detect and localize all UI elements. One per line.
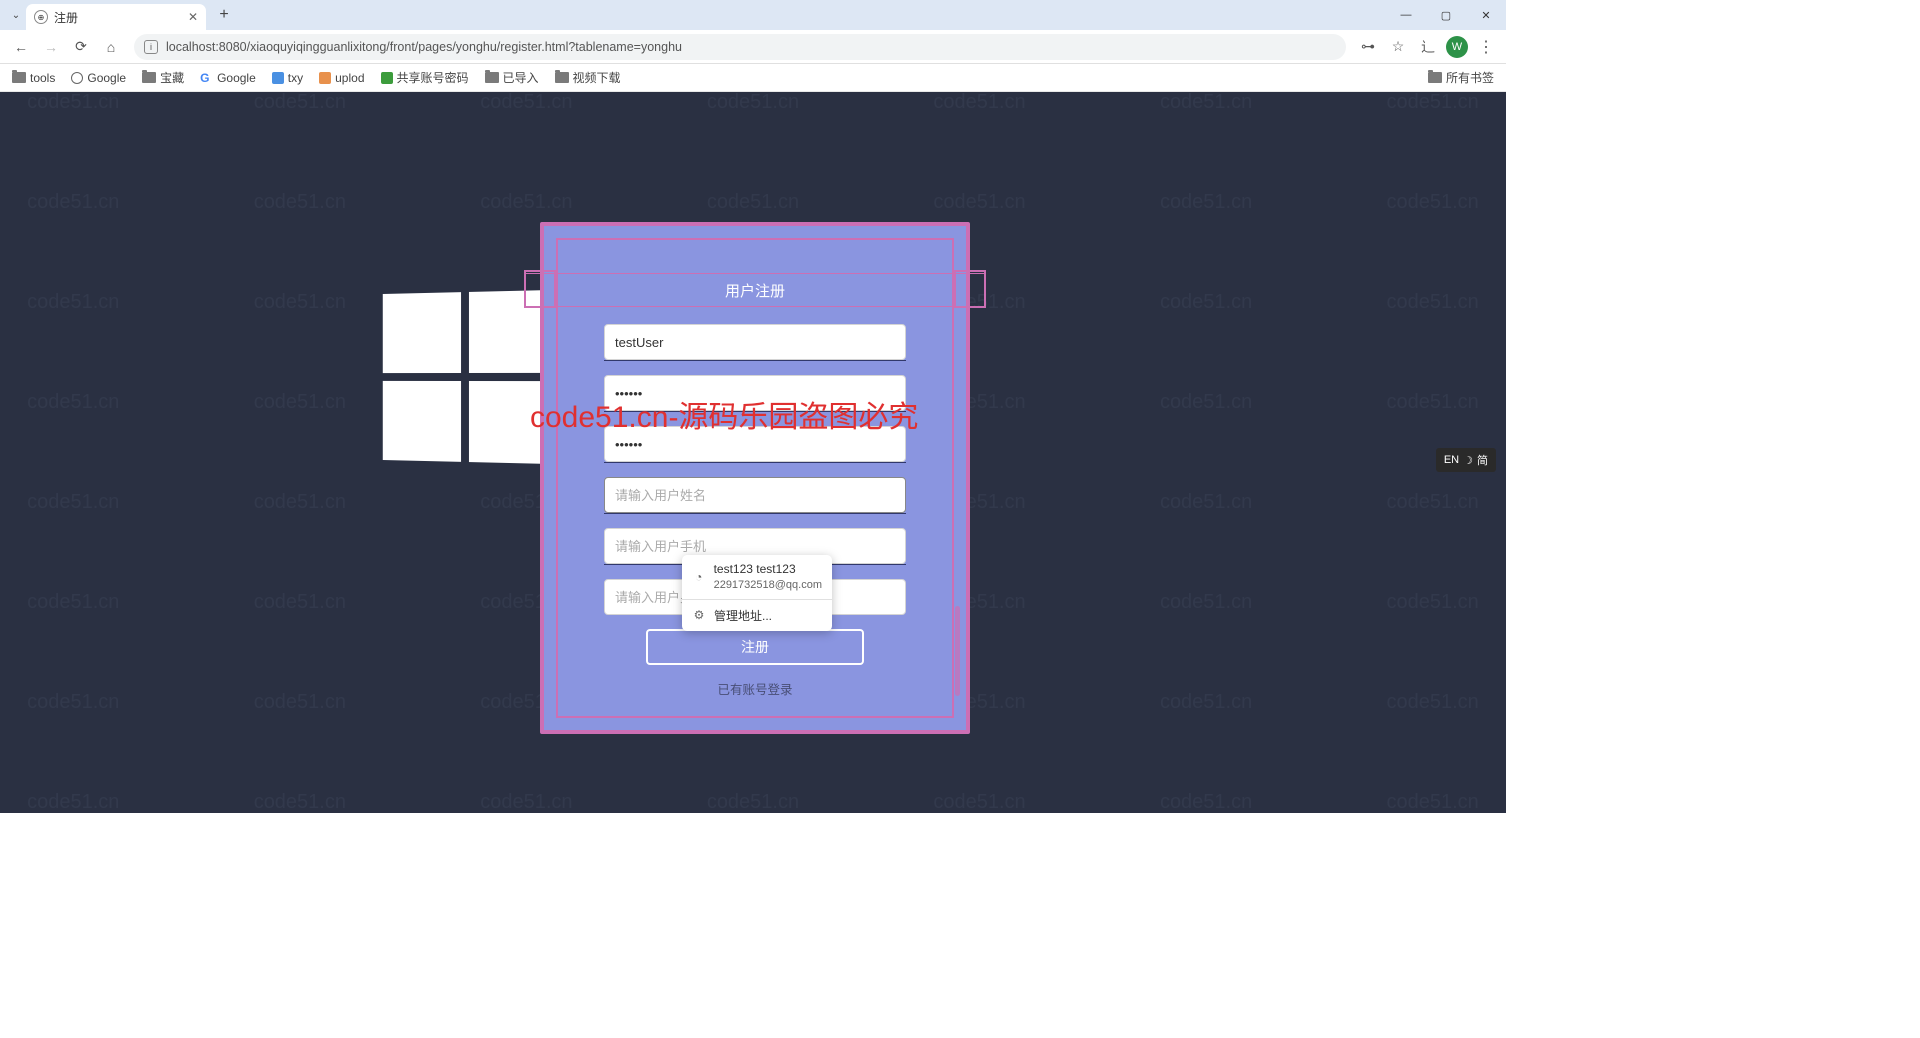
autofill-name: test123 test123 [714,562,822,578]
ime-moon-icon: ☽ [1463,454,1473,467]
reload-button[interactable]: ⟳ [68,34,94,60]
browser-tab-strip: ⌄ ⊕ 注册 ✕ + — ▢ ✕ [0,0,1506,30]
bookmark-shared-accounts[interactable]: 共享账号密码 [381,69,469,86]
gear-icon: ⚙ [692,608,706,622]
watermark-overlay-text: code51.cn-源码乐园盗图必究 [530,392,918,436]
bookmarks-bar: tools Google 宝藏 GGoogle txy uplod 共享账号密码… [0,64,1506,92]
site-info-icon[interactable]: i [144,40,158,54]
tab-search-dropdown[interactable]: ⌄ [6,5,26,25]
extensions-icon[interactable]: ⻌ [1416,35,1440,59]
bookmark-uplod[interactable]: uplod [319,71,364,85]
windows-logo-icon [383,290,551,464]
bookmark-google-1[interactable]: Google [71,71,126,85]
window-maximize-button[interactable]: ▢ [1426,0,1466,30]
profile-avatar[interactable]: W [1446,36,1468,58]
card-scrollbar[interactable] [955,606,960,696]
forward-button[interactable]: → [38,34,64,60]
back-button[interactable]: ← [8,34,34,60]
tab-title: 注册 [54,9,78,26]
bookmark-star-icon[interactable]: ☆ [1386,35,1410,59]
person-icon: ◔ [692,570,706,584]
address-bar: ← → ⟳ ⌂ i localhost:8080/xiaoquyiqinggua… [0,30,1506,64]
register-card: 用户注册 注册 已有账号登录 [540,222,970,734]
tab-close-icon[interactable]: ✕ [188,10,198,24]
autofill-entry[interactable]: ◔ test123 test123 2291732518@qq.com [682,555,832,599]
window-minimize-button[interactable]: — [1386,0,1426,30]
realname-input[interactable] [604,477,906,513]
bookmark-all[interactable]: 所有书签 [1428,69,1494,86]
bookmark-txy[interactable]: txy [272,71,303,85]
bookmark-google-2[interactable]: GGoogle [200,71,256,85]
bookmark-tools[interactable]: tools [12,71,55,85]
bookmark-imported[interactable]: 已导入 [485,69,539,86]
ime-mode: 简 [1477,452,1488,468]
window-close-button[interactable]: ✕ [1466,0,1506,30]
tab-favicon: ⊕ [34,10,48,24]
register-button[interactable]: 注册 [646,629,863,665]
browser-menu-icon[interactable]: ⋮ [1474,35,1498,59]
bookmark-baozang[interactable]: 宝藏 [142,69,184,86]
url-text: localhost:8080/xiaoquyiqingguanlixitong/… [166,40,682,54]
login-link[interactable]: 已有账号登录 [604,679,906,698]
autofill-dropdown: ◔ test123 test123 2291732518@qq.com ⚙ 管理… [682,555,832,631]
ime-lang: EN [1444,454,1459,466]
card-title-band: 用户注册 [558,270,952,310]
browser-tab[interactable]: ⊕ 注册 ✕ [26,4,206,30]
new-tab-button[interactable]: + [212,3,236,27]
page-viewport: code51.cncode51.cncode51.cncode51.cncode… [0,92,1506,813]
url-input[interactable]: i localhost:8080/xiaoquyiqingguanlixiton… [134,34,1346,60]
bookmark-video-download[interactable]: 视频下载 [555,69,621,86]
card-title: 用户注册 [725,280,785,301]
autofill-email: 2291732518@qq.com [714,578,822,592]
home-button[interactable]: ⌂ [98,34,124,60]
ime-indicator[interactable]: EN ☽ 简 [1436,448,1496,472]
autofill-manage-label: 管理地址... [714,607,772,624]
autofill-manage[interactable]: ⚙ 管理地址... [682,600,832,631]
key-icon[interactable]: ⊶ [1356,35,1380,59]
username-input[interactable] [604,324,906,360]
